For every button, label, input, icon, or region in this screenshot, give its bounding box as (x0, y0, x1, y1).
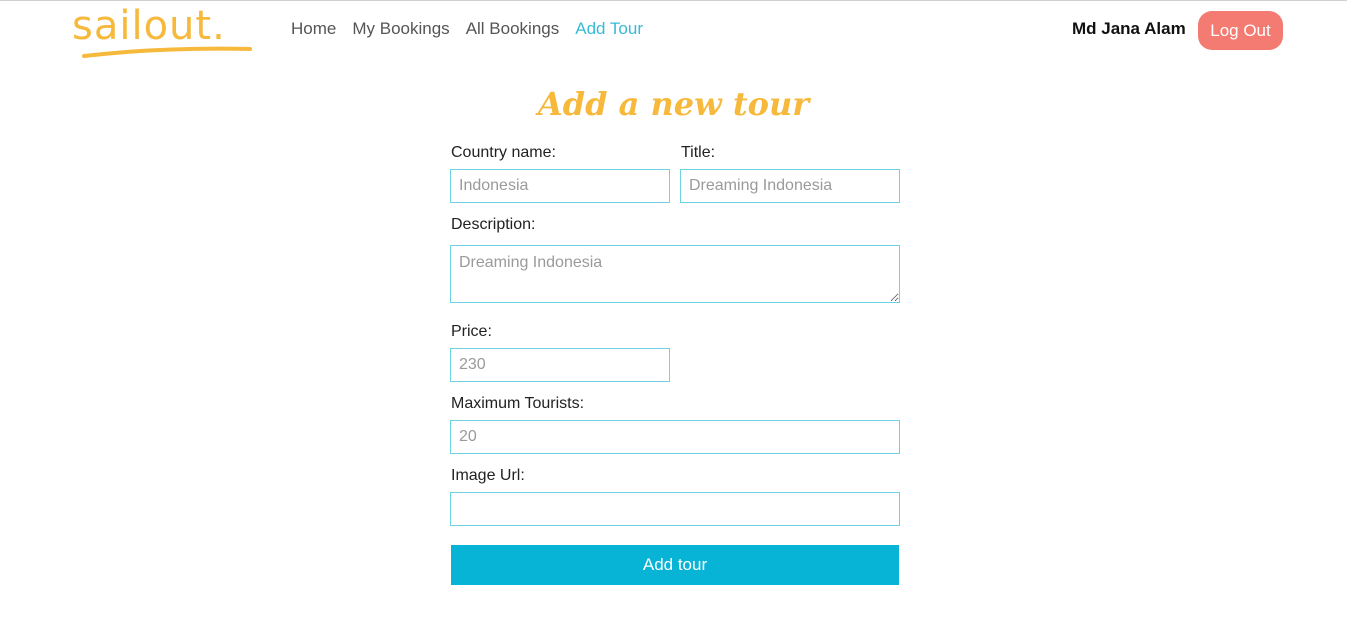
title-label: Title: (681, 144, 716, 161)
nav-link-all-bookings[interactable]: All Bookings (466, 19, 560, 39)
country-input[interactable] (450, 169, 670, 203)
max-tourists-input[interactable] (450, 420, 900, 454)
description-label: Description: (451, 216, 536, 233)
nav-link-home[interactable]: Home (291, 19, 336, 39)
page-title: Add a new tour (537, 85, 810, 123)
logout-button[interactable]: Log Out (1198, 11, 1283, 50)
navbar: sailout. Home My Bookings All Bookings A… (0, 1, 1347, 59)
user-name: Md Jana Alam (1072, 19, 1186, 38)
price-label: Price: (451, 323, 492, 340)
nav-link-add-tour[interactable]: Add Tour (575, 19, 643, 39)
title-input[interactable] (680, 169, 900, 203)
description-textarea[interactable] (450, 245, 900, 303)
price-input[interactable] (450, 348, 670, 382)
logo-underline-swoosh (82, 46, 252, 58)
nav-link-my-bookings[interactable]: My Bookings (352, 19, 449, 39)
main-nav: Home My Bookings All Bookings Add Tour (291, 19, 643, 39)
add-tour-button[interactable]: Add tour (451, 545, 899, 585)
max-tourists-label: Maximum Tourists: (451, 395, 585, 412)
image-url-input[interactable] (450, 492, 900, 526)
country-label: Country name: (451, 144, 556, 161)
brand-logo[interactable]: sailout. (72, 3, 264, 61)
image-url-label: Image Url: (451, 467, 525, 484)
